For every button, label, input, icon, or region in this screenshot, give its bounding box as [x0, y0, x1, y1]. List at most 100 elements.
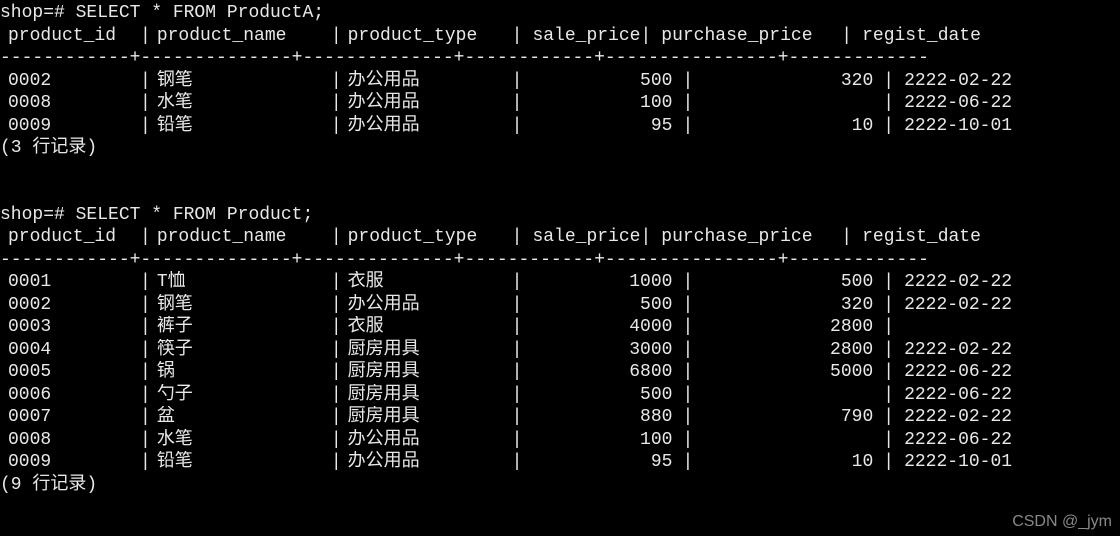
cell-sale-price: 100 [522, 429, 682, 452]
cell-product-id: 0006 [0, 384, 140, 407]
sql-prompt-1: shop=# SELECT * FROM ProductA; [0, 2, 1120, 25]
table-row: 0009|铅笔|办公用品|95|10|2222-10-01 [0, 115, 1120, 138]
cell-regist-date: 2222-06-22 [894, 384, 1114, 407]
cell-product-name: 铅笔 [151, 451, 331, 474]
cell-product-type: 厨房用具 [342, 339, 512, 362]
cell-product-id: 0009 [0, 451, 140, 474]
col-header-product-name: product_name [151, 25, 331, 48]
col-header-sale-price: sale_price [522, 226, 640, 249]
table1-body: 0002|钢笔|办公用品|500|320|2222-02-220008|水笔|办… [0, 70, 1120, 138]
cell-product-name: 钢笔 [151, 294, 331, 317]
table-row: 0008|水笔|办公用品|100||2222-06-22 [0, 92, 1120, 115]
cell-purchase-price: 2800 [693, 339, 883, 362]
cell-sale-price: 95 [522, 115, 682, 138]
col-header-sale-price: sale_price [522, 25, 640, 48]
cell-product-id: 0007 [0, 406, 140, 429]
cell-product-name: 锅 [151, 361, 331, 384]
table-row: 0004|筷子|厨房用具|3000|2800|2222-02-22 [0, 339, 1120, 362]
table-row: 0002|钢笔|办公用品|500|320|2222-02-22 [0, 294, 1120, 317]
table1-header: product_id| product_name| product_type| … [0, 25, 1120, 48]
table2-header: product_id| product_name| product_type| … [0, 226, 1120, 249]
cell-purchase-price: 320 [693, 294, 883, 317]
col-header-product-id: product_id [0, 25, 140, 48]
col-header-regist-date: regist_date [852, 25, 1072, 48]
cell-product-type: 厨房用具 [342, 384, 512, 407]
table-row: 0003|裤子|衣服|4000|2800| [0, 316, 1120, 339]
cell-purchase-price: 320 [693, 70, 883, 93]
table1-divider: ------------+--------------+------------… [0, 47, 1120, 70]
table-row: 0002|钢笔|办公用品|500|320|2222-02-22 [0, 70, 1120, 93]
cell-product-type: 办公用品 [342, 451, 512, 474]
cell-product-name: 筷子 [151, 339, 331, 362]
cell-regist-date: 2222-02-22 [894, 339, 1114, 362]
cell-regist-date: 2222-02-22 [894, 406, 1114, 429]
cell-product-type: 办公用品 [342, 294, 512, 317]
cell-regist-date [894, 316, 1114, 339]
cell-product-name: T恤 [151, 271, 331, 294]
cell-product-id: 0003 [0, 316, 140, 339]
cell-sale-price: 100 [522, 92, 682, 115]
cell-purchase-price [693, 92, 883, 115]
cell-sale-price: 95 [522, 451, 682, 474]
cell-product-type: 办公用品 [342, 70, 512, 93]
cell-regist-date: 2222-10-01 [894, 115, 1114, 138]
cell-regist-date: 2222-02-22 [894, 70, 1114, 93]
table-row: 0009|铅笔|办公用品|95|10|2222-10-01 [0, 451, 1120, 474]
cell-purchase-price [693, 384, 883, 407]
watermark: CSDN @_jym [1012, 512, 1112, 532]
cell-purchase-price: 10 [693, 451, 883, 474]
cell-product-name: 水笔 [151, 92, 331, 115]
table-row: 0001|T恤|衣服|1000|500|2222-02-22 [0, 271, 1120, 294]
table-row: 0005|锅|厨房用具|6800|5000|2222-06-22 [0, 361, 1120, 384]
col-header-purchase-price: purchase_price [651, 25, 841, 48]
cell-regist-date: 2222-10-01 [894, 451, 1114, 474]
cell-product-name: 盆 [151, 406, 331, 429]
cell-product-name: 钢笔 [151, 70, 331, 93]
cell-product-type: 办公用品 [342, 92, 512, 115]
cell-product-type: 衣服 [342, 316, 512, 339]
cell-purchase-price: 790 [693, 406, 883, 429]
cell-sale-price: 1000 [522, 271, 682, 294]
cell-product-id: 0001 [0, 271, 140, 294]
table2-divider: ------------+--------------+------------… [0, 249, 1120, 272]
table-row: 0007|盆|厨房用具|880|790|2222-02-22 [0, 406, 1120, 429]
cell-sale-price: 500 [522, 294, 682, 317]
cell-product-id: 0002 [0, 70, 140, 93]
col-header-purchase-price: purchase_price [651, 226, 841, 249]
table1-footer: (3 行记录) [0, 137, 1120, 160]
cell-purchase-price: 2800 [693, 316, 883, 339]
col-header-regist-date: regist_date [852, 226, 1072, 249]
cell-product-type: 办公用品 [342, 429, 512, 452]
cell-purchase-price: 500 [693, 271, 883, 294]
table2-body: 0001|T恤|衣服|1000|500|2222-02-220002|钢笔|办公… [0, 271, 1120, 474]
cell-product-type: 厨房用具 [342, 406, 512, 429]
cell-product-id: 0005 [0, 361, 140, 384]
cell-product-name: 勺子 [151, 384, 331, 407]
cell-regist-date: 2222-02-22 [894, 294, 1114, 317]
cell-sale-price: 6800 [522, 361, 682, 384]
cell-product-type: 衣服 [342, 271, 512, 294]
cell-product-name: 铅笔 [151, 115, 331, 138]
table2-footer: (9 行记录) [0, 474, 1120, 497]
cell-product-id: 0008 [0, 429, 140, 452]
cell-product-name: 裤子 [151, 316, 331, 339]
cell-regist-date: 2222-06-22 [894, 429, 1114, 452]
cell-regist-date: 2222-06-22 [894, 361, 1114, 384]
table-row: 0008|水笔|办公用品|100||2222-06-22 [0, 429, 1120, 452]
col-header-product-id: product_id [0, 226, 140, 249]
cell-purchase-price [693, 429, 883, 452]
cell-product-type: 厨房用具 [342, 361, 512, 384]
col-header-product-name: product_name [151, 226, 331, 249]
col-header-product-type: product_type [342, 25, 512, 48]
cell-product-id: 0002 [0, 294, 140, 317]
cell-purchase-price: 10 [693, 115, 883, 138]
col-header-product-type: product_type [342, 226, 512, 249]
cell-product-id: 0008 [0, 92, 140, 115]
cell-sale-price: 500 [522, 70, 682, 93]
cell-purchase-price: 5000 [693, 361, 883, 384]
sql-prompt-2: shop=# SELECT * FROM Product; [0, 204, 1120, 227]
table-row: 0006|勺子|厨房用具|500||2222-06-22 [0, 384, 1120, 407]
cell-regist-date: 2222-02-22 [894, 271, 1114, 294]
cell-product-id: 0009 [0, 115, 140, 138]
cell-sale-price: 500 [522, 384, 682, 407]
